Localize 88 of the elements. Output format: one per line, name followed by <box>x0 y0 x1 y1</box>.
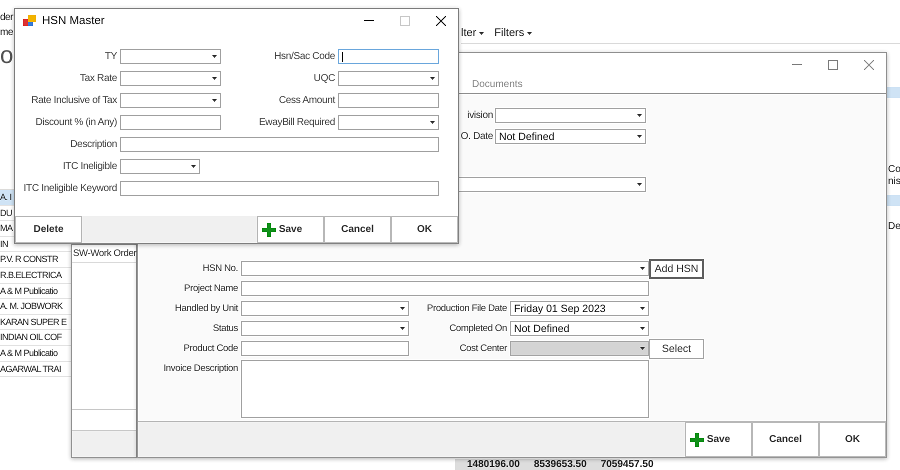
dropdown-field[interactable] <box>120 93 221 108</box>
dropdown-field[interactable] <box>120 159 200 174</box>
dropdown-caret-icon <box>191 165 196 168</box>
input-field[interactable] <box>241 341 409 356</box>
dropdown-caret-icon <box>640 307 645 310</box>
close-icon[interactable] <box>436 16 446 26</box>
dialog-button[interactable]: OK <box>819 422 886 457</box>
field-label: O. Date <box>460 131 493 142</box>
field-label: Project Name <box>183 283 238 294</box>
dropdown-field[interactable] <box>338 71 439 86</box>
field-label: UQC <box>312 73 335 84</box>
field-label: Tax Rate <box>78 73 117 84</box>
minimize-icon[interactable] <box>364 20 374 22</box>
dropdown-field[interactable] <box>120 71 221 86</box>
dropdown-field[interactable] <box>241 261 649 276</box>
dialog-button[interactable]: Cancel <box>752 422 819 457</box>
dropdown-caret-icon <box>400 307 405 310</box>
dropdown-field[interactable]: Not Defined <box>510 321 649 336</box>
highlighted-row <box>887 87 900 98</box>
tab[interactable]: Documents <box>472 79 523 90</box>
field-label: HSN No. <box>202 263 238 274</box>
total-cell: 8539653.50 <box>534 459 587 470</box>
table-cell: Co <box>888 164 900 175</box>
dropdown-caret-icon <box>637 183 642 186</box>
field-label: Completed On <box>448 323 507 334</box>
total-cell: 1480196.00 <box>467 459 520 470</box>
field-label: ivision <box>466 110 493 121</box>
dropdown-field[interactable] <box>458 177 646 192</box>
maximize-icon[interactable] <box>828 60 838 70</box>
field-label: Description <box>69 139 117 150</box>
dropdown-caret-icon <box>212 99 217 102</box>
input-field[interactable] <box>120 115 221 130</box>
dropdown-caret-icon <box>637 135 642 138</box>
input-field[interactable] <box>241 281 649 296</box>
menu-text: der <box>0 12 13 23</box>
field-label: Discount % (in Any) <box>34 117 117 128</box>
text-area[interactable] <box>241 360 649 418</box>
page-heading: o <box>0 42 14 70</box>
dropdown-field[interactable] <box>495 108 646 123</box>
field-label: Product Code <box>182 343 238 354</box>
maximize-icon[interactable] <box>400 16 410 26</box>
input-field[interactable] <box>338 49 439 64</box>
field-label: Rate Inclusive of Tax <box>30 95 117 106</box>
dropdown-field[interactable]: Friday 01 Sep 2023 <box>510 301 649 316</box>
save-button[interactable]: Save <box>257 216 324 243</box>
dropdown-caret-icon <box>640 347 645 350</box>
dialog-button[interactable]: Cancel <box>324 216 391 243</box>
field-label: Status <box>212 323 238 334</box>
dropdown-caret-icon <box>400 327 405 330</box>
field-label: Hsn/Sac Code <box>273 51 335 62</box>
dropdown-field[interactable]: Not Defined <box>495 129 646 144</box>
table-cell: De <box>888 221 900 232</box>
dropdown-caret-icon <box>640 327 645 330</box>
dropdown-caret-icon <box>640 267 645 270</box>
window-title: HSN Master <box>42 14 105 26</box>
side-button[interactable]: Add HSN <box>649 258 704 278</box>
delete-button[interactable]: Delete <box>15 216 82 243</box>
field-label: Invoice Description <box>162 362 238 374</box>
field-label: Handled by Unit <box>174 303 238 314</box>
menu-item[interactable]: Filters <box>494 27 532 39</box>
app-icon <box>23 14 36 26</box>
field-label: Cost Center <box>458 343 507 354</box>
total-cell: 7059457.50 <box>600 459 654 470</box>
dropdown-caret-icon <box>637 114 642 117</box>
dropdown-field[interactable] <box>241 321 409 336</box>
menu-item[interactable]: lter <box>461 27 484 39</box>
dialog-button[interactable]: OK <box>391 216 458 243</box>
save-button[interactable]: Save <box>685 422 752 457</box>
field-label: ITC Ineligible Keyword <box>22 183 117 194</box>
dropdown-caret-icon <box>212 55 217 58</box>
plus-icon <box>262 222 276 236</box>
field-label: Production File Date <box>426 303 507 314</box>
dropdown-caret-icon <box>430 121 435 124</box>
dropdown-caret-icon <box>527 32 532 34</box>
field-label: ITC Ineligible <box>62 161 117 172</box>
dropdown-field[interactable] <box>338 115 439 130</box>
plus-icon <box>690 432 704 446</box>
input-field[interactable] <box>120 181 439 196</box>
field-label: TY <box>104 51 117 62</box>
field-label: EwayBill Required <box>258 117 335 128</box>
dropdown-field[interactable] <box>241 301 409 316</box>
input-field[interactable] <box>120 137 439 152</box>
highlighted-row <box>887 195 900 206</box>
input-field[interactable] <box>338 93 439 108</box>
dropdown-caret-icon <box>479 32 484 34</box>
field-label: Cess Amount <box>278 95 335 106</box>
dropdown-field[interactable] <box>120 49 221 64</box>
menu-text: me <box>0 27 13 38</box>
